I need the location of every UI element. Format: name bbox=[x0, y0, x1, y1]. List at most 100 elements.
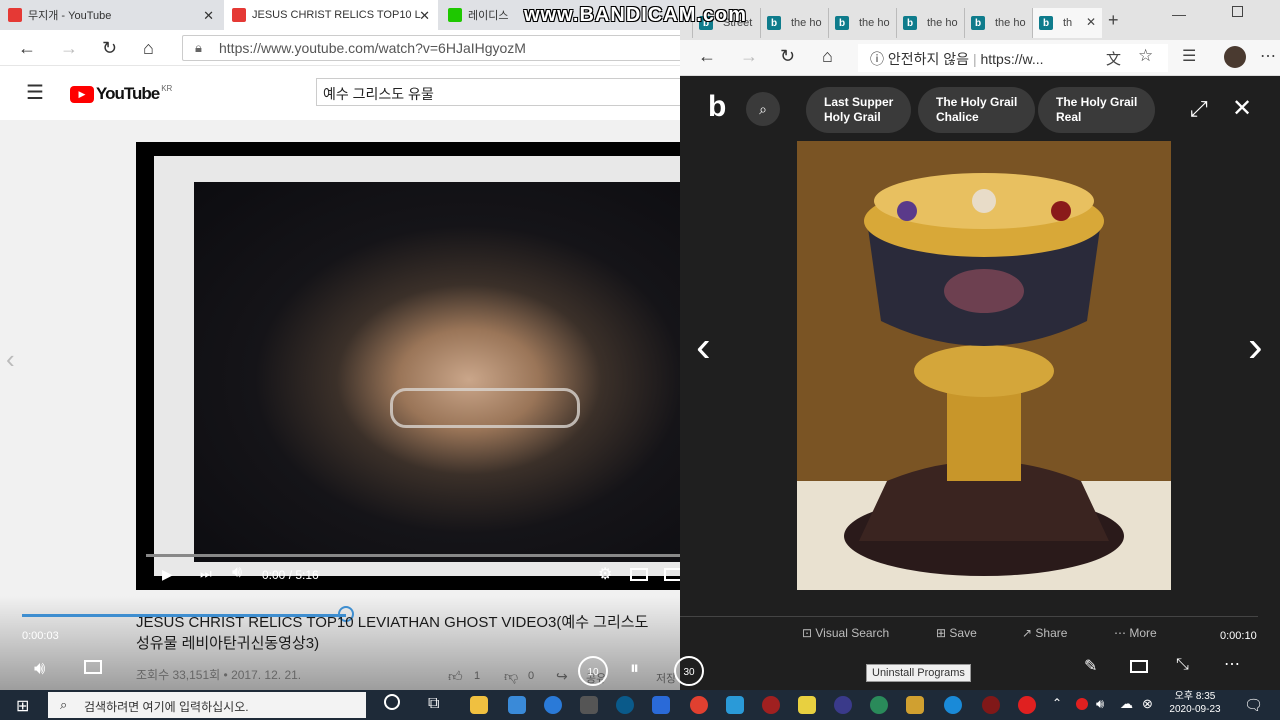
home-icon[interactable]: ⌂ bbox=[143, 38, 154, 59]
app-icon[interactable] bbox=[834, 696, 852, 714]
youtube-logo[interactable]: ▶ YouTube KR bbox=[70, 84, 172, 104]
video-player[interactable]: ▶ ⏭ 🔊︎ 0:00 / 5:16 ⚙ bbox=[136, 142, 680, 590]
forward-button[interactable]: 30 bbox=[674, 656, 704, 686]
dislike-icon[interactable]: 👎︎ bbox=[504, 668, 518, 685]
refresh-icon[interactable]: ↻ bbox=[102, 38, 117, 59]
windows-start-icon[interactable]: ⊞ bbox=[16, 696, 29, 716]
app-icon[interactable] bbox=[870, 696, 888, 714]
mail-icon[interactable] bbox=[652, 696, 670, 714]
holy-grail-image[interactable] bbox=[797, 141, 1171, 590]
network-icon[interactable]: ⊗ bbox=[1142, 696, 1153, 712]
cortana-icon[interactable] bbox=[384, 694, 400, 710]
prev-image-chevron-icon[interactable]: ‹ bbox=[696, 322, 711, 372]
notification-icon[interactable]: 🗨︎ bbox=[1244, 696, 1263, 714]
clock-time: 오후 8:35 bbox=[1174, 691, 1216, 702]
search-input[interactable]: 예수 그리스도 유물 bbox=[316, 78, 680, 106]
captions-icon[interactable] bbox=[84, 660, 102, 674]
url-text: https://www.youtube.com/watch?v=6HJaIHgy… bbox=[219, 40, 526, 56]
close-tab-icon[interactable]: ✕ bbox=[203, 8, 214, 24]
screen-icon[interactable] bbox=[1130, 660, 1148, 673]
right-browser-window: b Street b the ho b the ho b the ho b the ho … bbox=[680, 0, 1280, 690]
back-arrow-icon[interactable]: ← bbox=[698, 46, 716, 67]
share-button[interactable]: ↗ Share bbox=[1022, 626, 1067, 640]
cloud-icon[interactable]: ☁ bbox=[1120, 696, 1133, 712]
edge-legacy-icon[interactable] bbox=[544, 696, 562, 714]
edge-icon[interactable] bbox=[944, 696, 962, 714]
visual-search-button[interactable]: ⊡ Visual Search bbox=[802, 626, 889, 640]
translate-icon[interactable]: 文 bbox=[1106, 48, 1121, 69]
related-pill-real[interactable]: The Holy Grail Real bbox=[1038, 87, 1156, 133]
miniplayer-icon[interactable] bbox=[630, 568, 648, 581]
hamburger-menu-icon[interactable]: ☰ bbox=[26, 80, 44, 105]
tab-holy-4[interactable]: b the ho bbox=[964, 8, 1030, 38]
bandicam-icon[interactable] bbox=[982, 696, 1000, 714]
refresh-icon[interactable]: ↻ bbox=[780, 46, 795, 67]
next-icon[interactable]: ⏭ bbox=[200, 566, 212, 582]
like-icon[interactable]: 👍︎ bbox=[448, 668, 463, 685]
related-pill-last-supper[interactable]: Last Supper Holy Grail bbox=[806, 87, 912, 133]
tab-holy-active[interactable]: b th ✕ bbox=[1032, 8, 1102, 38]
volume-icon[interactable]: 🔊︎ bbox=[232, 564, 242, 582]
next-image-chevron-icon[interactable]: › bbox=[1248, 322, 1263, 372]
tab-muzigae-youtube[interactable]: 무지개 - YouTube ✕ bbox=[0, 0, 222, 30]
bing-favicon-icon: b bbox=[1039, 16, 1053, 30]
tab-holy-2[interactable]: b the ho bbox=[828, 8, 894, 38]
minimize-icon[interactable]: — bbox=[1172, 6, 1186, 22]
app-icon[interactable] bbox=[906, 696, 924, 714]
shrink-icon[interactable]: ⤡ bbox=[1176, 656, 1189, 674]
clock[interactable]: 오후 8:35 2020-09-23 bbox=[1160, 690, 1230, 716]
messenger-icon[interactable] bbox=[726, 696, 744, 714]
overflow-icon[interactable]: ⋯ bbox=[1224, 654, 1240, 674]
more-button[interactable]: ⋯ More bbox=[1114, 626, 1157, 640]
address-bar[interactable]: 🔒︎ https://www.youtube.com/watch?v=6HJaI… bbox=[182, 35, 680, 61]
notes-icon[interactable] bbox=[798, 696, 816, 714]
record-icon[interactable] bbox=[1018, 696, 1036, 714]
pen-icon[interactable]: ✎ bbox=[1084, 656, 1097, 676]
chrome-icon[interactable] bbox=[690, 696, 708, 714]
taskbar-search[interactable]: ⌕ 검색하려면 여기에 입력하십시오. bbox=[48, 692, 366, 718]
task-view-icon[interactable]: ⧉ bbox=[428, 695, 439, 713]
bing-favicon-icon: b bbox=[767, 16, 781, 30]
more-menu-icon[interactable]: ⋯ bbox=[1260, 46, 1276, 66]
left-browser-window: 무지개 - YouTube ✕ JESUS CHRIST RELICS TOP1… bbox=[0, 0, 680, 690]
overlay-volume-icon[interactable]: 🔊︎ bbox=[34, 658, 45, 679]
forward-arrow-icon[interactable]: → bbox=[740, 46, 758, 67]
pause-icon[interactable]: ⏸ bbox=[630, 658, 639, 679]
tray-chevron-icon[interactable]: ⌃ bbox=[1052, 696, 1062, 710]
share-icon[interactable]: ↪ bbox=[556, 668, 568, 685]
settings-gear-icon[interactable]: ⚙ bbox=[598, 564, 612, 584]
address-bar[interactable]: ⓘ 안전하지 않음 | https://w... bbox=[858, 44, 1168, 72]
save-button[interactable]: ⊞ Save bbox=[936, 626, 977, 640]
home-icon[interactable]: ⌂ bbox=[822, 46, 833, 67]
close-tab-icon[interactable]: ✕ bbox=[1086, 15, 1096, 29]
progress-bar[interactable] bbox=[146, 554, 680, 557]
forward-arrow-icon[interactable]: → bbox=[60, 38, 78, 59]
favorites-list-icon[interactable]: ☰ bbox=[1182, 46, 1196, 66]
close-viewer-icon[interactable]: ✕ bbox=[1232, 94, 1252, 123]
back-arrow-icon[interactable]: ← bbox=[18, 38, 36, 59]
close-tab-icon[interactable]: ✕ bbox=[419, 8, 430, 24]
tab-jesus-relics[interactable]: JESUS CHRIST RELICS TOP10 L ✕ bbox=[224, 0, 438, 30]
rewind-button[interactable]: 10 bbox=[578, 656, 608, 686]
maximize-icon[interactable] bbox=[1232, 6, 1243, 17]
tab-holy-1[interactable]: b the ho bbox=[760, 8, 826, 38]
related-pill-chalice[interactable]: The Holy Grail Chalice bbox=[918, 87, 1036, 133]
expand-icon[interactable]: ⤢ bbox=[1190, 96, 1208, 122]
tab-holy-3[interactable]: b the ho bbox=[896, 8, 962, 38]
file-explorer-icon[interactable] bbox=[470, 696, 488, 714]
play-icon[interactable]: ▶ bbox=[162, 566, 173, 583]
new-tab-icon[interactable]: + bbox=[1108, 10, 1119, 31]
profile-avatar[interactable] bbox=[1224, 46, 1246, 68]
favorite-star-icon[interactable]: ☆ bbox=[1138, 46, 1153, 66]
theater-mode-icon[interactable] bbox=[664, 568, 680, 581]
prev-chevron-icon[interactable]: ‹ bbox=[6, 344, 15, 375]
tray-record-icon[interactable] bbox=[1076, 698, 1088, 710]
save-label: Save bbox=[949, 626, 977, 640]
app-icon[interactable] bbox=[616, 696, 634, 714]
volume-tray-icon[interactable]: 🔊︎ bbox=[1096, 696, 1104, 712]
search-icon[interactable]: ⌕ bbox=[746, 92, 780, 126]
bing-logo-icon[interactable]: b bbox=[708, 90, 726, 124]
recorder-icon[interactable] bbox=[762, 696, 780, 714]
calculator-icon[interactable] bbox=[580, 696, 598, 714]
store-icon[interactable] bbox=[508, 696, 526, 714]
